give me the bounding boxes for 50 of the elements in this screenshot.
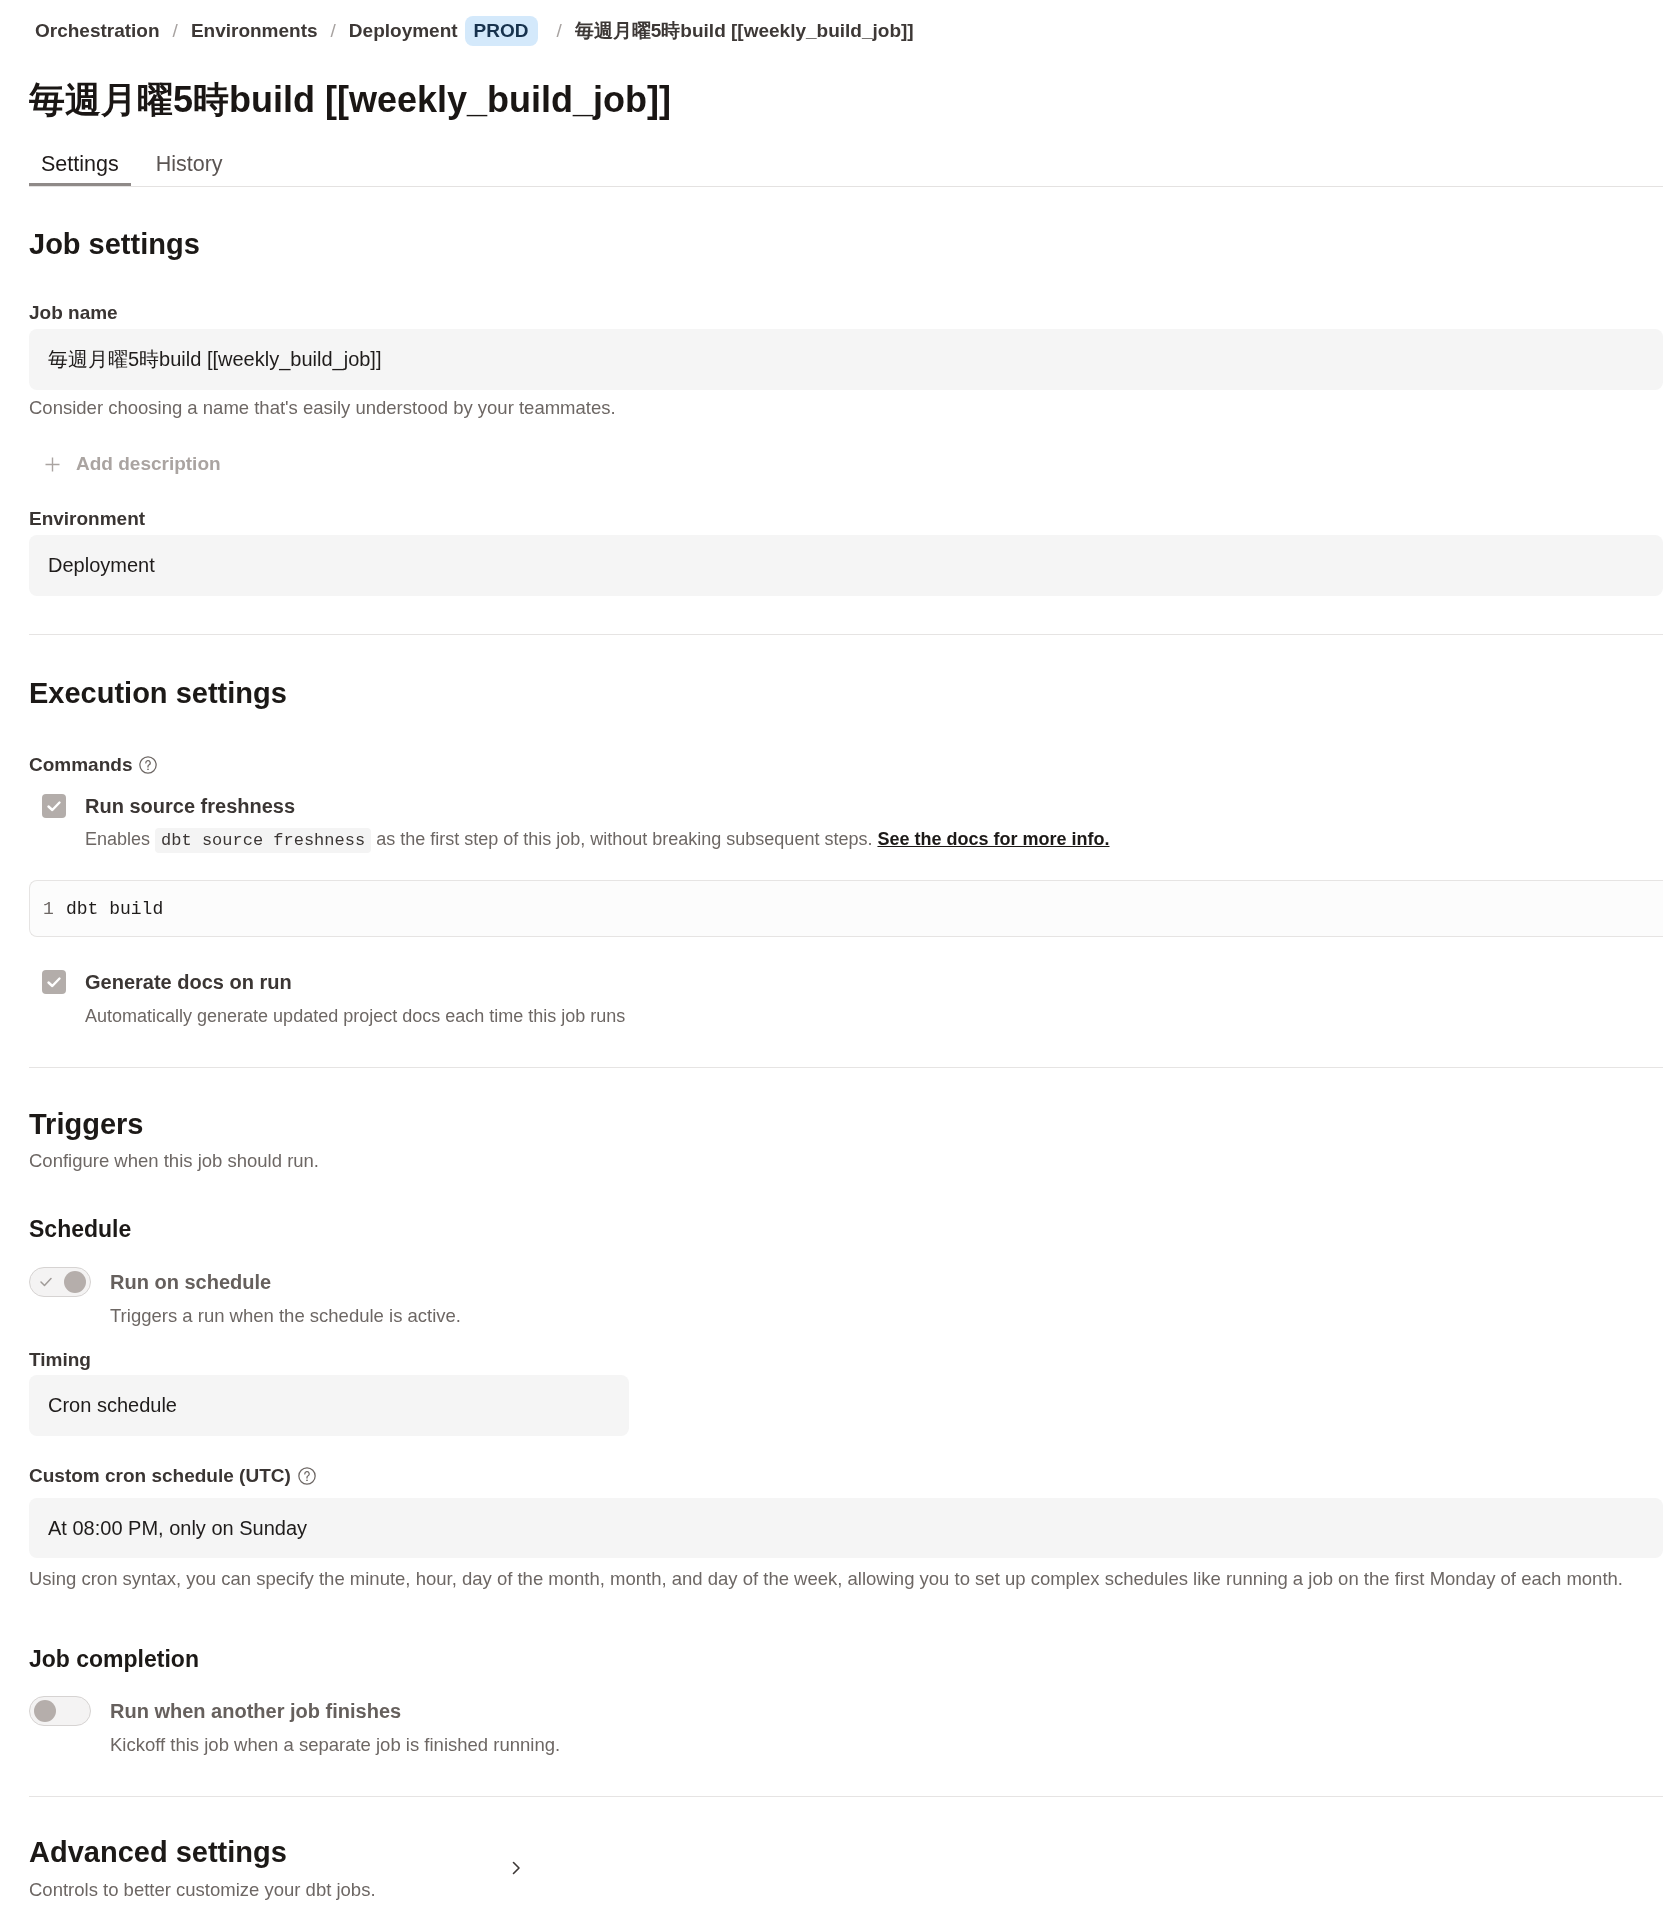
code-editor[interactable]: 1 dbt build [29,880,1663,937]
description-text: Enables dbt source freshness as the first step of this job, without breaking subsequent steps. See the docs for more info. [85,827,1663,853]
field-label: Commands [29,753,133,777]
breadcrumb-separator: / [556,20,562,42]
line-number: 1 [42,898,55,921]
toggle-switch[interactable] [29,1696,91,1726]
description-text: Kickoff this job when a separate job is finished running. [110,1733,562,1757]
environment-field[interactable]: Deployment [29,535,1663,596]
section-heading: Advanced settings [29,1835,288,1870]
breadcrumb-link[interactable]: Orchestration [35,20,160,42]
help-text: Consider choosing a name that's easily understood by your teammates. [29,396,617,420]
section-subtitle: Configure when this job should run. [29,1149,320,1173]
subsection-heading: Schedule [29,1215,133,1243]
section-heading: Execution settings [29,676,288,711]
page-title: 毎週月曜5時build [[weekly_build_job]] [29,78,673,122]
breadcrumb-current: 毎週月曜5時build [[weekly_build_job]] [574,19,914,43]
field-label: Environment [29,507,146,531]
toggle-label: Run on schedule [110,1270,272,1295]
section-subtitle: Controls to better customize your dbt jobs. [29,1878,377,1902]
toggle-switch[interactable] [29,1267,91,1297]
breadcrumb-link[interactable]: Deployment [348,20,458,42]
description-text: Triggers a run when the schedule is active. [110,1304,462,1328]
section-heading: Triggers [29,1107,145,1142]
field-label: Job name [29,301,118,325]
custom-cron-field[interactable]: At 08:00 PM, only on Sunday [29,1498,1663,1558]
help-icon[interactable] [139,756,158,774]
help-icon[interactable] [297,1467,316,1485]
checkbox-label: Run source freshness [85,794,296,819]
timing-field[interactable]: Cron schedule [29,1375,629,1436]
docs-link[interactable]: See the docs for more info. [877,829,1110,849]
tab[interactable]: Settings [29,136,131,186]
tab[interactable]: History [143,136,235,186]
breadcrumb-separator: / [172,20,178,42]
field-label: Timing [29,1348,91,1372]
environment-badge: PROD [464,16,538,46]
plus-icon [45,456,60,472]
checkbox-label: Generate docs on run [85,970,292,995]
job-name-field[interactable]: 毎週月曜5時build [[weekly_build_job]] [29,329,1663,390]
code-line: dbt build [66,898,164,921]
description-text: Automatically generate updated project docs each time this job runs [85,1005,627,1028]
checkbox[interactable] [42,970,66,994]
toggle-label: Run when another job finishes [110,1699,402,1724]
check-icon [40,1277,52,1287]
breadcrumb-link[interactable]: Environments [190,20,318,42]
checkbox[interactable] [42,794,66,818]
subsection-heading: Job completion [29,1645,200,1673]
breadcrumb-separator: / [330,20,336,42]
section-heading: Job settings [29,227,201,262]
help-text: Using cron syntax, you can specify the minute, hour, day of the month, month, and day of the week, allowing you to set up complex schedules like running a job on the first Monday of each month. [29,1567,1624,1591]
field-label: Custom cron schedule (UTC) [29,1464,291,1488]
